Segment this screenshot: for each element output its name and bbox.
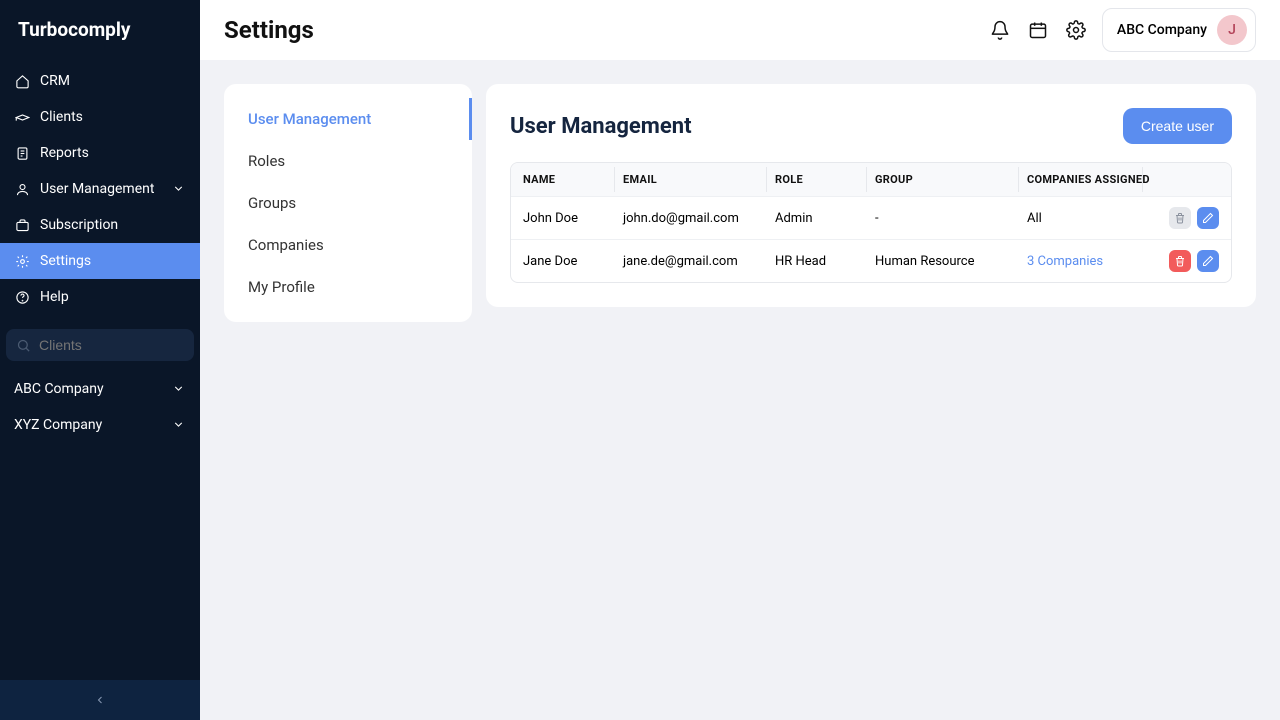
calendar-icon bbox=[1028, 20, 1048, 40]
chevron-down-icon bbox=[172, 418, 186, 432]
table-row: Jane Doejane.de@gmail.comHR HeadHuman Re… bbox=[511, 239, 1231, 282]
sidebar-item-label: Subscription bbox=[40, 217, 118, 233]
sidebar: Turbocomply CRM Clients Reports User Manage… bbox=[0, 0, 200, 720]
cell-group: Human Resource bbox=[875, 254, 1027, 269]
table-header: NAMEEMAILROLEGROUPCOMPANIES ASSIGNED bbox=[511, 163, 1231, 196]
column-header: EMAIL bbox=[623, 173, 775, 186]
company-switcher[interactable]: ABC Company J bbox=[1102, 8, 1256, 52]
sidebar-item-label: CRM bbox=[40, 73, 70, 89]
avatar: J bbox=[1217, 15, 1247, 45]
pencil-icon bbox=[1202, 255, 1214, 267]
panel-title: User Management bbox=[510, 114, 692, 139]
subnav-item-user-management[interactable]: User Management bbox=[224, 98, 472, 140]
subnav-item-groups[interactable]: Groups bbox=[224, 182, 472, 224]
column-header: GROUP bbox=[875, 173, 1027, 186]
client-label: ABC Company bbox=[14, 381, 104, 397]
column-header: ROLE bbox=[775, 173, 875, 186]
sidebar-item-clients[interactable]: Clients bbox=[0, 99, 200, 135]
sidebar-item-label: Reports bbox=[40, 145, 89, 161]
clients-search-input[interactable] bbox=[39, 337, 184, 353]
sidebar-item-user-management[interactable]: User Management bbox=[0, 171, 200, 207]
subnav-item-my-profile[interactable]: My Profile bbox=[224, 266, 472, 308]
settings-icon bbox=[14, 253, 30, 269]
trash-icon bbox=[1174, 212, 1186, 224]
calendar-button[interactable] bbox=[1026, 18, 1050, 42]
companies-link[interactable]: 3 Companies bbox=[1027, 254, 1151, 269]
cell-companies: All bbox=[1027, 211, 1151, 226]
user-icon bbox=[14, 181, 30, 197]
topbar: Settings ABC Company J bbox=[200, 0, 1280, 60]
clients-search[interactable] bbox=[6, 329, 194, 361]
chevron-down-icon bbox=[172, 382, 186, 396]
trash-icon bbox=[1174, 255, 1186, 267]
sidebar-item-reports[interactable]: Reports bbox=[0, 135, 200, 171]
sidebar-item-label: Help bbox=[40, 289, 69, 305]
edit-button[interactable] bbox=[1197, 250, 1219, 272]
settings-subnav: User ManagementRolesGroupsCompaniesMy Pr… bbox=[224, 84, 472, 322]
delete-button[interactable] bbox=[1169, 250, 1191, 272]
column-header: NAME bbox=[523, 173, 623, 186]
gear-icon bbox=[1066, 20, 1086, 40]
main: Settings ABC Company J User ManagementRo… bbox=[200, 0, 1280, 720]
sidebar-item-subscription[interactable]: Subscription bbox=[0, 207, 200, 243]
clients-icon bbox=[14, 109, 30, 125]
delete-button bbox=[1169, 207, 1191, 229]
user-management-panel: User Management Create user NAMEEMAILROL… bbox=[486, 84, 1256, 307]
sidebar-item-settings[interactable]: Settings bbox=[0, 243, 200, 279]
content: User ManagementRolesGroupsCompaniesMy Pr… bbox=[200, 60, 1280, 720]
settings-button[interactable] bbox=[1064, 18, 1088, 42]
home-icon bbox=[14, 73, 30, 89]
cell-role: Admin bbox=[775, 211, 875, 226]
pencil-icon bbox=[1202, 212, 1214, 224]
bell-icon bbox=[990, 20, 1010, 40]
search-icon bbox=[16, 338, 31, 353]
client-item[interactable]: ABC Company bbox=[0, 371, 200, 407]
cell-group: - bbox=[875, 211, 1027, 226]
cell-name: John Doe bbox=[523, 211, 623, 226]
subnav-item-companies[interactable]: Companies bbox=[224, 224, 472, 266]
table-row: John Doejohn.do@gmail.comAdmin-All bbox=[511, 196, 1231, 239]
cell-email: john.do@gmail.com bbox=[623, 211, 775, 226]
column-header: COMPANIES ASSIGNED bbox=[1027, 173, 1151, 186]
page-title: Settings bbox=[224, 16, 314, 44]
collapse-sidebar-button[interactable] bbox=[0, 680, 200, 720]
edit-button[interactable] bbox=[1197, 207, 1219, 229]
cell-name: Jane Doe bbox=[523, 254, 623, 269]
help-icon bbox=[14, 289, 30, 305]
sidebar-item-label: Clients bbox=[40, 109, 83, 125]
sidebar-item-crm[interactable]: CRM bbox=[0, 63, 200, 99]
sidebar-item-label: Settings bbox=[40, 253, 91, 269]
client-item[interactable]: XYZ Company bbox=[0, 407, 200, 443]
chevron-left-icon bbox=[94, 694, 106, 706]
subnav-item-roles[interactable]: Roles bbox=[224, 140, 472, 182]
cell-email: jane.de@gmail.com bbox=[623, 254, 775, 269]
sidebar-item-label: User Management bbox=[40, 181, 154, 197]
reports-icon bbox=[14, 145, 30, 161]
create-user-button[interactable]: Create user bbox=[1123, 108, 1232, 144]
brand-logo: Turbocomply bbox=[0, 0, 200, 63]
users-table: NAMEEMAILROLEGROUPCOMPANIES ASSIGNED Joh… bbox=[510, 162, 1232, 283]
client-label: XYZ Company bbox=[14, 417, 102, 433]
notifications-button[interactable] bbox=[988, 18, 1012, 42]
sidebar-item-help[interactable]: Help bbox=[0, 279, 200, 315]
company-name: ABC Company bbox=[1117, 22, 1207, 38]
subscription-icon bbox=[14, 217, 30, 233]
chevron-down-icon bbox=[172, 182, 186, 196]
cell-role: HR Head bbox=[775, 254, 875, 269]
